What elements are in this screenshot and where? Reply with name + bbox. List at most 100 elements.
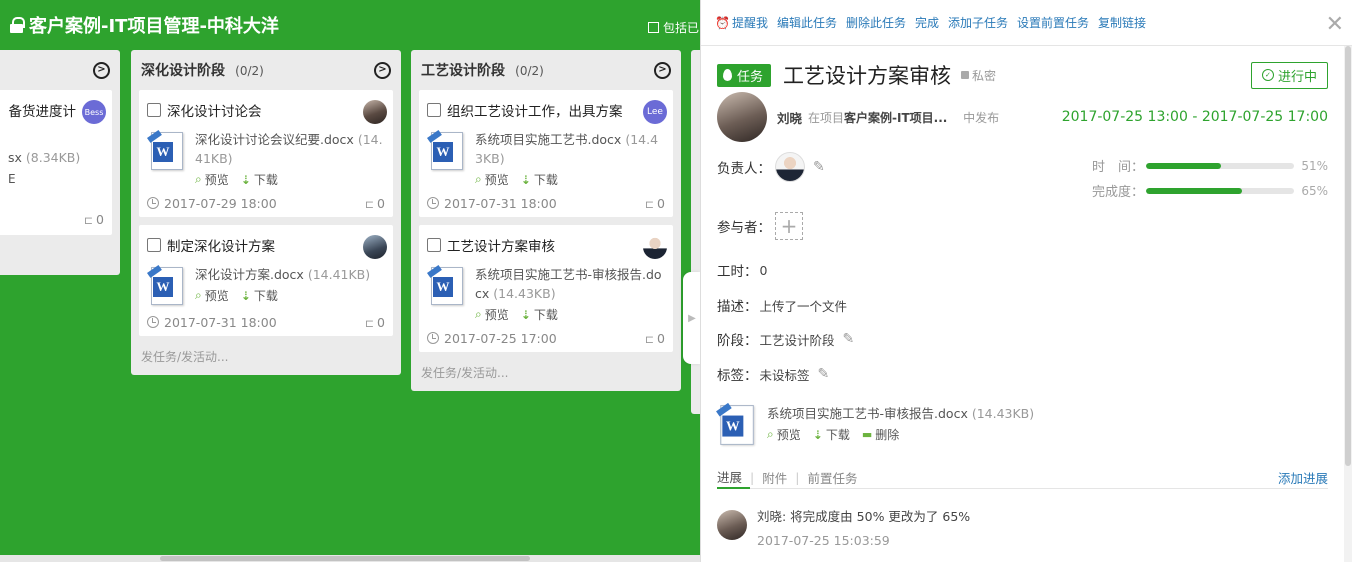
include-done-toggle[interactable]: 包括已 (648, 19, 699, 36)
file-name-text: 深化设计方案.docx (195, 267, 304, 282)
pencil-icon[interactable]: ✎ (818, 366, 830, 382)
word-file-icon: W (147, 129, 185, 172)
add-subtask-button[interactable]: 添加子任务 (948, 14, 1008, 31)
tab-progress[interactable]: 进展 (717, 467, 751, 489)
scrollbar-thumb[interactable] (1345, 46, 1351, 466)
completion-percent: 65% (1301, 183, 1328, 198)
download-link[interactable]: ⇣ 下载 (241, 287, 278, 304)
panel-vertical-scrollbar[interactable] (1344, 46, 1352, 562)
privacy-text: 私密 (972, 68, 997, 83)
task-card[interactable]: 组织工艺设计工作，出具方案 Lee W 系统项目实施工艺书.docx (14.4… (419, 90, 673, 217)
include-done-checkbox[interactable] (648, 22, 659, 33)
download-link[interactable]: ⇣ 下载 (241, 171, 278, 188)
set-prerequisite-button[interactable]: 设置前置任务 (1017, 14, 1089, 31)
edit-task-button[interactable]: 编辑此任务 (777, 14, 837, 31)
hours-label: 工时： (717, 264, 758, 280)
due-date: 2017-07-31 18:00 (164, 315, 277, 330)
avatar[interactable] (363, 235, 387, 259)
subtask-count: 0 (657, 196, 665, 211)
scrollbar-thumb[interactable] (160, 556, 530, 561)
task-header: 任务 工艺设计方案审核 私密 ✓ 进行中 (717, 60, 1328, 90)
remind-me-button[interactable]: ⏰ 提醒我 (715, 14, 768, 31)
subtask-count-value: 0 (96, 212, 104, 227)
complete-task-button[interactable]: 完成 (915, 14, 939, 31)
author-avatar[interactable] (717, 92, 767, 142)
subtask-icon: ⊏ (364, 317, 375, 330)
add-task-link[interactable]: 发任务/发活动... (411, 360, 681, 391)
subtask-count: 0 (657, 331, 665, 346)
column-menu-icon[interactable]: > (654, 61, 671, 79)
task-card-selected[interactable]: 工艺设计方案审核 W 系统项目实施工艺书-审核报告.docx (14.43KB)… (419, 225, 673, 352)
completion-bar[interactable] (1146, 187, 1294, 194)
file-name[interactable]: sx (8.34KB) (8, 148, 80, 167)
stage-field: 阶段： 工艺设计阶段 ✎ (717, 329, 854, 349)
tab-attachments[interactable]: 附件 (762, 468, 795, 487)
clock-icon (427, 197, 439, 209)
time-bar (1146, 162, 1294, 169)
close-icon[interactable]: ✕ (1326, 14, 1344, 36)
file-size: (14.41KB) (307, 267, 371, 282)
author-name[interactable]: 刘晓 (777, 108, 802, 127)
column-menu-icon[interactable]: > (374, 61, 391, 79)
task-checkbox[interactable] (427, 238, 441, 252)
delete-task-button[interactable]: 删除此任务 (846, 14, 906, 31)
project-link[interactable]: 客户案例-IT项目... (844, 111, 947, 125)
avatar[interactable] (717, 510, 747, 540)
collapse-panel-tab[interactable]: ▶ (683, 272, 701, 364)
project-title-text: 客户案例-IT项目管理-中科大洋 (29, 16, 279, 37)
download-link[interactable]: ⇣ 下载 (521, 171, 558, 188)
file-name[interactable]: 深化设计讨论会议纪要.docx (14.41KB) (195, 130, 385, 168)
task-checkbox[interactable] (147, 238, 161, 252)
avatar[interactable] (363, 100, 387, 124)
avatar[interactable]: Lee (643, 100, 667, 124)
preview-link[interactable]: ⌕ 预览 (195, 287, 229, 304)
avatar[interactable]: Bess (82, 100, 106, 124)
file-attachment: W 系统项目实施工艺书.docx (14.43KB) ⌕ 预览 ⇣ 下载 (427, 129, 665, 188)
preview-link[interactable]: ⌕ 预览 (195, 171, 229, 188)
download-link[interactable]: ⇣ 下载 (813, 426, 850, 443)
owner-avatar[interactable] (775, 152, 805, 182)
column-deep-design: 深化设计阶段 (0/2) > 深化设计讨论会 W 深化设计讨论会议纪要.docx… (131, 50, 401, 375)
board-horizontal-scrollbar[interactable] (0, 555, 700, 562)
delete-label: 删除 (875, 428, 900, 442)
avatar[interactable] (643, 235, 667, 259)
task-card[interactable]: 深化设计讨论会 W 深化设计讨论会议纪要.docx (14.41KB) ⌕ 预览 … (139, 90, 393, 217)
file-name[interactable]: 深化设计方案.docx (14.41KB) (195, 265, 385, 284)
file-name[interactable]: 系统项目实施工艺书-审核报告.docx (14.43KB) (475, 265, 665, 303)
add-participant-button[interactable]: + (775, 212, 803, 240)
preview-link[interactable]: ⌕ 预览 (767, 426, 801, 443)
pencil-icon[interactable]: ✎ (843, 331, 855, 347)
preview-link[interactable]: ⌕ 预览 (475, 306, 509, 323)
subtask-icon: ⊏ (364, 198, 375, 211)
pencil-icon[interactable]: ✎ (813, 159, 825, 175)
task-board: 客户案例-IT项目管理-中科大洋 包括已 > 备货进度计 Bess sx (8.… (0, 0, 700, 562)
chevron-right-icon: ▶ (688, 312, 696, 324)
task-checkbox[interactable] (147, 103, 161, 117)
tags-field: 标签： 未设标签 ✎ (717, 364, 829, 384)
tab-prerequisites[interactable]: 前置任务 (807, 468, 865, 487)
magnifier-icon: ⌕ (475, 307, 482, 321)
delete-attachment-link[interactable]: ▬ 删除 (862, 426, 899, 443)
project-title: 客户案例-IT项目管理-中科大洋 (10, 12, 279, 38)
task-type-badge: 任务 (717, 63, 772, 87)
task-checkbox[interactable] (427, 103, 441, 117)
preview-link[interactable]: ⌕ 预览 (475, 171, 509, 188)
tab-separator: | (750, 470, 755, 485)
column-menu-icon[interactable]: > (93, 61, 110, 79)
task-card[interactable]: 制定深化设计方案 W 深化设计方案.docx (14.41KB) ⌕ 预览 ⇣ 下载… (139, 225, 393, 336)
task-card[interactable]: 备货进度计 Bess sx (8.34KB) E ⊏ 0 (0, 90, 112, 235)
alarm-clock-icon: ⏰ (715, 16, 730, 30)
file-name[interactable]: 系统项目实施工艺书.docx (14.43KB) (475, 130, 665, 168)
status-button[interactable]: ✓ 进行中 (1250, 61, 1328, 89)
file-name-text: 系统项目实施工艺书.docx (475, 132, 622, 147)
completion-progress: 完成度： 65% (1088, 181, 1328, 201)
column-partial: > 备货进度计 Bess sx (8.34KB) E ⊏ 0 (0, 50, 120, 275)
task-title: 备货进度计 (8, 104, 77, 120)
copy-link-button[interactable]: 复制链接 (1098, 14, 1146, 31)
tab-separator: | (795, 470, 800, 485)
add-progress-button[interactable]: 添加进展 (1278, 468, 1328, 487)
add-task-link[interactable]: 发任务/发活动... (131, 344, 401, 375)
attachment-name[interactable]: 系统项目实施工艺书-审核报告.docx (14.43KB) (767, 404, 1034, 423)
time-label: 时 间： (1091, 160, 1144, 175)
download-link[interactable]: ⇣ 下载 (521, 306, 558, 323)
